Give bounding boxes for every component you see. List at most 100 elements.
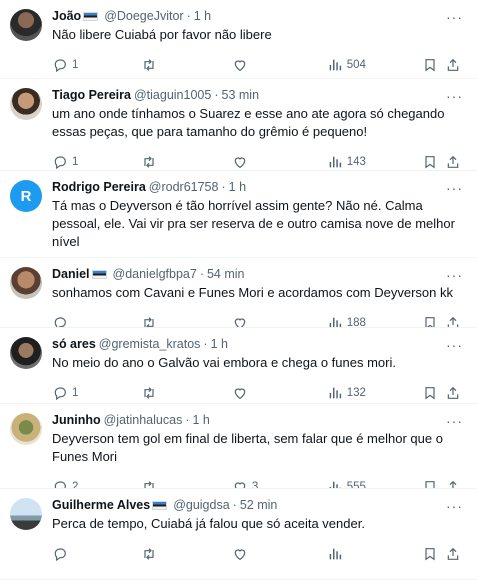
author-name[interactable]: Tiago Pereira xyxy=(52,87,131,103)
bookmark-button[interactable] xyxy=(422,479,446,488)
separator-dot: · xyxy=(185,413,190,427)
tweet-actions xyxy=(52,539,465,569)
tweet[interactable]: João @DoegeJvitor · 1 h ··· Não libere Cuiabá… xyxy=(0,0,477,79)
retweet-button[interactable] xyxy=(141,546,232,562)
tweet-text: sonhamos com Cavani e Funes Mori e acord… xyxy=(52,285,453,300)
reply-icon xyxy=(52,546,68,562)
author-handle[interactable]: @tiaguin1005 xyxy=(134,87,211,103)
bookmark-button[interactable] xyxy=(422,546,446,562)
more-icon[interactable]: ··· xyxy=(446,180,463,196)
bookmark-button[interactable] xyxy=(422,385,446,401)
tweet[interactable]: só ares @gremista_kratos · 1 h ··· No meio do… xyxy=(0,328,477,404)
tweet-timestamp[interactable]: 1 h xyxy=(194,8,211,24)
bookmark-button[interactable] xyxy=(422,315,446,327)
tweet[interactable]: R Rodrigo Pereira @rodr61758 · 1 h ··· Tá mas … xyxy=(0,171,477,258)
reply-icon xyxy=(52,315,68,327)
author-handle[interactable]: @danielgfbpa7 xyxy=(113,266,197,282)
reply-button[interactable]: 1 xyxy=(52,154,141,170)
like-button[interactable] xyxy=(232,57,327,73)
bookmark-button[interactable] xyxy=(422,57,446,73)
author-name[interactable]: só ares xyxy=(52,336,96,352)
author-handle[interactable]: @gremista_kratos xyxy=(99,336,201,352)
views-button[interactable]: 504 xyxy=(327,57,422,73)
more-icon[interactable]: ··· xyxy=(446,413,463,429)
retweet-button[interactable] xyxy=(141,315,232,327)
reply-button[interactable]: 1 xyxy=(52,57,141,73)
avatar[interactable] xyxy=(10,337,42,369)
separator-dot: · xyxy=(203,337,208,351)
tweet-actions: 1 504 xyxy=(52,50,465,78)
retweet-icon xyxy=(141,315,157,327)
avatar[interactable] xyxy=(10,9,42,41)
views-button[interactable] xyxy=(327,546,422,562)
bookmark-icon xyxy=(422,154,438,170)
retweet-button[interactable] xyxy=(141,57,232,73)
author-handle[interactable]: @jatinhalucas xyxy=(104,412,183,428)
views-icon xyxy=(327,154,343,170)
author-name[interactable]: Juninho xyxy=(52,412,101,428)
share-button[interactable] xyxy=(445,385,465,401)
tweet[interactable]: Daniel @danielgfbpa7 · 54 min ··· sonhamos co… xyxy=(0,258,477,328)
share-icon xyxy=(445,479,461,488)
like-button[interactable] xyxy=(232,385,327,401)
share-icon xyxy=(445,57,461,73)
tweet-text: um ano onde tínhamos o Suarez e esse ano… xyxy=(52,106,445,139)
retweet-button[interactable] xyxy=(141,479,232,488)
like-icon xyxy=(232,57,248,73)
tweet[interactable]: Guilherme Alves @guigdsa · 52 min ··· Perca d… xyxy=(0,489,477,580)
views-button[interactable]: 555 xyxy=(327,479,422,488)
bookmark-icon xyxy=(422,57,438,73)
reply-button[interactable]: 1 xyxy=(52,385,141,401)
views-button[interactable]: 143 xyxy=(327,154,422,170)
tweet[interactable]: Tiago Pereira @tiaguin1005 · 53 min ··· um an… xyxy=(0,79,477,171)
tweet-timestamp[interactable]: 52 min xyxy=(240,497,278,513)
author-name[interactable]: Daniel xyxy=(52,266,90,282)
views-button[interactable]: 132 xyxy=(327,385,422,401)
author-name[interactable]: João xyxy=(52,8,81,24)
reply-count: 1 xyxy=(72,387,79,399)
tweet-timestamp[interactable]: 1 h xyxy=(193,412,210,428)
avatar[interactable] xyxy=(10,498,42,530)
retweet-button[interactable] xyxy=(141,385,232,401)
tweet-timestamp[interactable]: 1 h xyxy=(211,336,228,352)
reply-button[interactable] xyxy=(52,315,141,327)
view-count: 188 xyxy=(346,317,366,328)
flag-icon xyxy=(91,269,107,279)
separator-dot: · xyxy=(221,180,226,194)
more-icon[interactable]: ··· xyxy=(446,498,463,514)
separator-dot: · xyxy=(214,88,219,102)
tweet-timestamp[interactable]: 54 min xyxy=(207,266,245,282)
tweet-timestamp[interactable]: 53 min xyxy=(222,87,260,103)
retweet-button[interactable] xyxy=(141,154,232,170)
like-button[interactable] xyxy=(232,546,327,562)
tweet[interactable]: Juninho @jatinhalucas · 1 h ··· Deyverson tem… xyxy=(0,404,477,489)
share-button[interactable] xyxy=(445,57,465,73)
like-button[interactable] xyxy=(232,154,327,170)
author-handle[interactable]: @DoegeJvitor xyxy=(104,8,183,24)
author-name[interactable]: Rodrigo Pereira xyxy=(52,179,146,195)
share-button[interactable] xyxy=(445,154,465,170)
more-icon[interactable]: ··· xyxy=(446,9,463,25)
more-icon[interactable]: ··· xyxy=(446,267,463,283)
author-handle[interactable]: @rodr61758 xyxy=(149,179,219,195)
like-button[interactable]: 3 xyxy=(232,479,327,488)
more-icon[interactable]: ··· xyxy=(446,337,463,353)
share-button[interactable] xyxy=(445,546,465,562)
share-button[interactable] xyxy=(445,315,465,327)
share-button[interactable] xyxy=(445,479,465,488)
like-button[interactable] xyxy=(232,315,327,327)
author-name[interactable]: Guilherme Alves xyxy=(52,497,150,513)
bookmark-button[interactable] xyxy=(422,154,446,170)
reply-button[interactable]: 2 xyxy=(52,479,141,488)
more-icon[interactable]: ··· xyxy=(446,88,463,104)
tweet-timestamp[interactable]: 1 h xyxy=(229,179,246,195)
avatar[interactable] xyxy=(10,267,42,299)
avatar[interactable] xyxy=(10,413,42,445)
author-handle[interactable]: @guigdsa xyxy=(173,497,229,513)
reply-button[interactable] xyxy=(52,546,141,562)
avatar[interactable]: R xyxy=(10,180,42,212)
avatar[interactable] xyxy=(10,88,42,120)
bookmark-icon xyxy=(422,546,438,562)
views-button[interactable]: 188 xyxy=(327,315,422,328)
like-icon xyxy=(232,154,248,170)
